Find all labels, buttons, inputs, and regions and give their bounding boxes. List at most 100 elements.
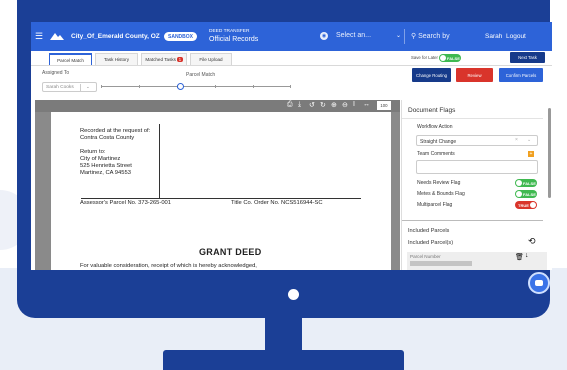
doc-text: Recorded at the request of:: [80, 128, 151, 134]
save-for-later-toggle[interactable]: FALSE: [439, 54, 461, 62]
toggle-text: FALSE: [523, 181, 536, 186]
user-name[interactable]: Sarah: [485, 33, 502, 40]
tab-parcel-match[interactable]: Parcel Match: [49, 53, 92, 65]
team-comments-label: Team Comments: [417, 151, 455, 157]
rotate-left-icon[interactable]: ↺: [309, 101, 315, 109]
team-comments-textarea[interactable]: [416, 160, 538, 174]
slider-tick: [101, 85, 102, 88]
toggle-knob: [530, 202, 536, 208]
panel-title: Document Flags: [408, 107, 456, 114]
search-type-select[interactable]: Select an...: [319, 29, 405, 44]
scene: ☰ City_Of_Emerald County, OZ SANDBOX DEE…: [0, 0, 567, 370]
matched-count-badge: 1: [177, 57, 183, 62]
print-icon[interactable]: ⎙: [287, 101, 293, 109]
parcel-match-slider[interactable]: [101, 83, 291, 90]
toggle-text: FALSE: [447, 56, 460, 61]
zoom-out-icon[interactable]: ⊖: [342, 101, 348, 109]
parcel-number-placeholder: [410, 261, 472, 266]
slider-tick: [215, 85, 216, 88]
clear-icon[interactable]: ×: [515, 137, 518, 143]
parcel-row: Parcel Number 🗑 ↓: [407, 252, 547, 270]
monitor-camera-dot: [288, 289, 299, 300]
assigned-to-select[interactable]: Sarah Cooks ⌄: [42, 82, 97, 92]
app-screen: ☰ City_Of_Emerald County, OZ SANDBOX DEE…: [31, 22, 552, 270]
fit-width-icon[interactable]: ↔: [363, 101, 370, 108]
doc-text: City of Martinez: [80, 156, 121, 162]
toggle-knob: [440, 55, 446, 61]
doc-heading: GRANT DEED: [199, 247, 262, 257]
viewer-toolbar: ⎙ ⤓ ↺ ↻ ⊕ ⊖ Ι ↔ 100: [35, 100, 400, 112]
document-flags-panel: Document Flags Workflow Action Straight …: [401, 100, 552, 270]
doc-text: Title Co. Order No. NCS516944-SC: [231, 200, 323, 206]
app-header: ☰ City_Of_Emerald County, OZ SANDBOX DEE…: [31, 22, 552, 51]
parcel-match-label: Parcel Match: [186, 72, 216, 78]
panel-scrollbar[interactable]: [548, 108, 551, 198]
monitor-stand-base: [163, 350, 404, 370]
tab-label: Matched Tasks: [145, 57, 176, 62]
refresh-icon[interactable]: ⟲: [528, 236, 536, 247]
tab-label: Task History: [103, 57, 129, 62]
tab-matched-tasks[interactable]: Matched Tasks 1: [141, 53, 187, 65]
multiparcel-toggle[interactable]: TRUE: [515, 201, 537, 209]
tab-bar: Parcel Match Task History Matched Tasks …: [31, 51, 552, 66]
doc-text: Assessor's Parcel No. 373-265-001: [80, 200, 172, 206]
chat-icon: [535, 280, 543, 286]
workflow-action-select[interactable]: Straight Change × ⌄: [416, 135, 538, 146]
panel-divider: [402, 118, 543, 119]
add-comment-icon[interactable]: +: [528, 151, 534, 157]
workflow-action-label: Workflow Action: [417, 124, 453, 130]
delete-icon[interactable]: 🗑: [515, 253, 524, 261]
select-divider: [80, 84, 81, 91]
slider-handle[interactable]: [176, 83, 184, 90]
arrow-down-icon[interactable]: ↓: [525, 252, 529, 259]
zoom-level-input[interactable]: 100: [377, 101, 391, 110]
doc-text: Return to:: [80, 149, 106, 155]
search-icon: ⚲: [411, 33, 417, 40]
toggle-knob: [516, 180, 522, 186]
review-button[interactable]: Review: [456, 68, 493, 82]
hamburger-menu-icon[interactable]: ☰: [35, 31, 43, 42]
next-task-button[interactable]: Next Task: [510, 52, 545, 63]
chevron-down-icon[interactable]: ⌄: [527, 137, 531, 143]
doc-text: For valuable consideration, receipt of w…: [80, 263, 257, 269]
download-icon[interactable]: ⤓: [298, 101, 301, 109]
confirm-parcels-button[interactable]: Confirm Parcels: [499, 68, 543, 82]
environment-badge: SANDBOX: [164, 32, 198, 41]
doc-text: 525 Henrietta Street: [80, 163, 132, 169]
document-viewer: ⎙ ⤓ ↺ ↻ ⊕ ⊖ Ι ↔ 100 Recorded at the requ…: [35, 100, 400, 270]
tab-label: Parcel Match: [57, 58, 84, 63]
doc-divider-horizontal: [81, 198, 361, 199]
tab-task-history[interactable]: Task History: [95, 53, 138, 65]
zoom-in-icon[interactable]: ⊕: [331, 101, 337, 109]
document-page: Recorded at the request of: Contra Costa…: [51, 112, 391, 270]
assigned-to-value: Sarah Cooks: [46, 85, 74, 90]
toggle-knob: [516, 191, 522, 197]
text-cursor-icon[interactable]: Ι: [353, 101, 355, 108]
metes-bounds-label: Metes & Bounds Flag: [417, 191, 465, 197]
metes-bounds-toggle[interactable]: FALSE: [515, 190, 537, 198]
search-input[interactable]: ⚲ Search by: [411, 32, 450, 40]
rotate-right-icon[interactable]: ↻: [320, 101, 326, 109]
tab-file-upload[interactable]: File Upload: [190, 53, 232, 65]
user-menu[interactable]: Sarah Logout: [485, 33, 526, 40]
change-routing-button[interactable]: Change Routing: [412, 68, 451, 82]
doc-divider-vertical: [159, 124, 160, 199]
org-name: City_Of_Emerald County, OZ: [71, 33, 160, 40]
logout-link[interactable]: Logout: [506, 33, 526, 40]
chat-launcher-button[interactable]: [528, 272, 550, 294]
chevron-down-icon[interactable]: ⌄: [396, 32, 401, 39]
tab-label: File Upload: [199, 57, 223, 62]
workflow-action-value: Straight Change: [420, 138, 457, 145]
assigned-to-label: Assigned To: [42, 70, 70, 76]
needs-review-toggle[interactable]: FALSE: [515, 179, 537, 187]
toggle-text: TRUE: [518, 203, 529, 208]
included-parcels-subtitle: Included Parcel(s): [408, 240, 454, 246]
panel-divider: [402, 220, 543, 221]
chevron-down-icon[interactable]: ⌄: [86, 84, 90, 90]
parcel-number-header: Parcel Number: [410, 254, 441, 259]
mountain-logo-icon: [50, 33, 64, 40]
monitor-stand-neck: [265, 318, 302, 353]
doc-text: Contra Costa County: [80, 135, 135, 141]
included-parcels-title: Included Parcels: [408, 228, 450, 234]
search-placeholder: Search by: [418, 33, 450, 40]
